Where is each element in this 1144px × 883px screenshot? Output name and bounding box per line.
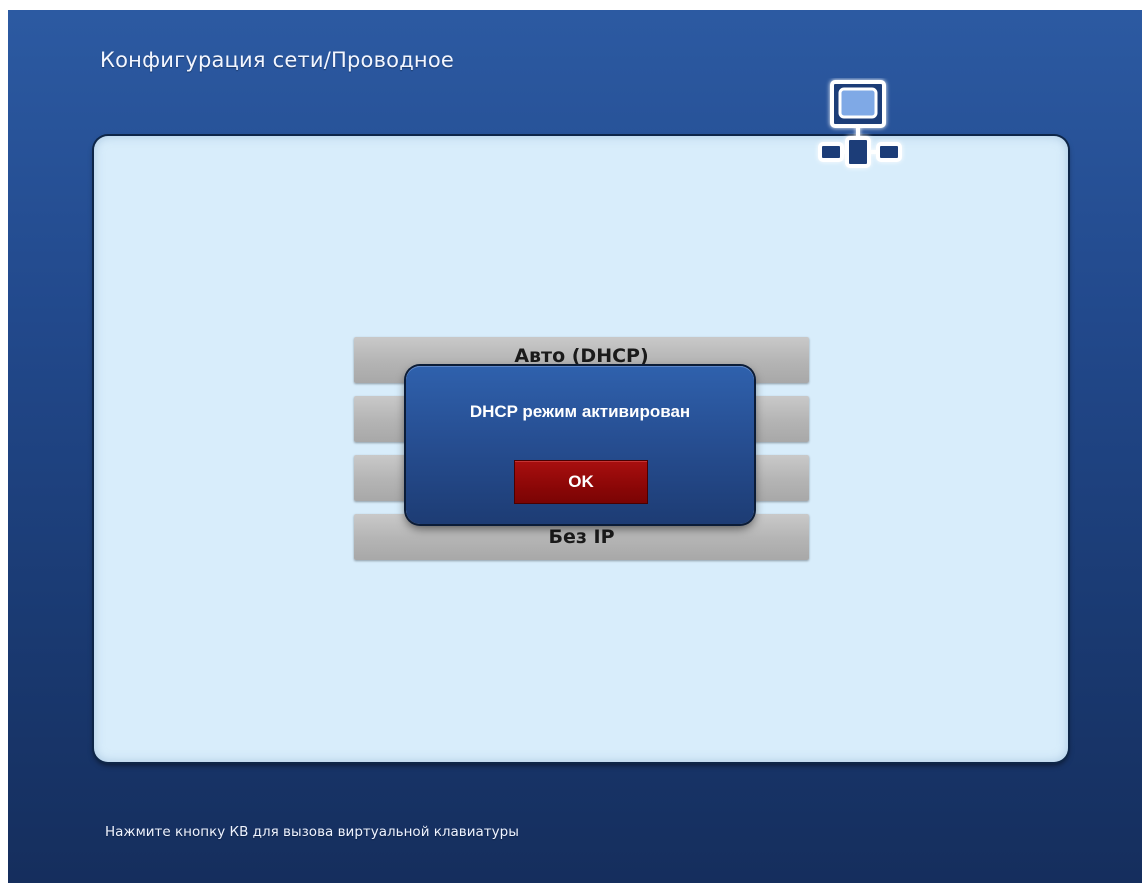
page-title: Конфигурация сети/Проводное bbox=[100, 48, 455, 72]
dhcp-dialog: DHCP режим активирован OK bbox=[406, 366, 754, 524]
tv-screen: Конфигурация сети/Проводное Авто (DHCP) … bbox=[8, 10, 1142, 883]
footer-hint: Нажмите кнопку КВ для вызова виртуальной… bbox=[105, 824, 519, 840]
ok-button[interactable]: OK bbox=[514, 460, 648, 504]
dialog-message: DHCP режим активирован bbox=[469, 402, 691, 421]
network-computer-icon bbox=[818, 80, 902, 168]
